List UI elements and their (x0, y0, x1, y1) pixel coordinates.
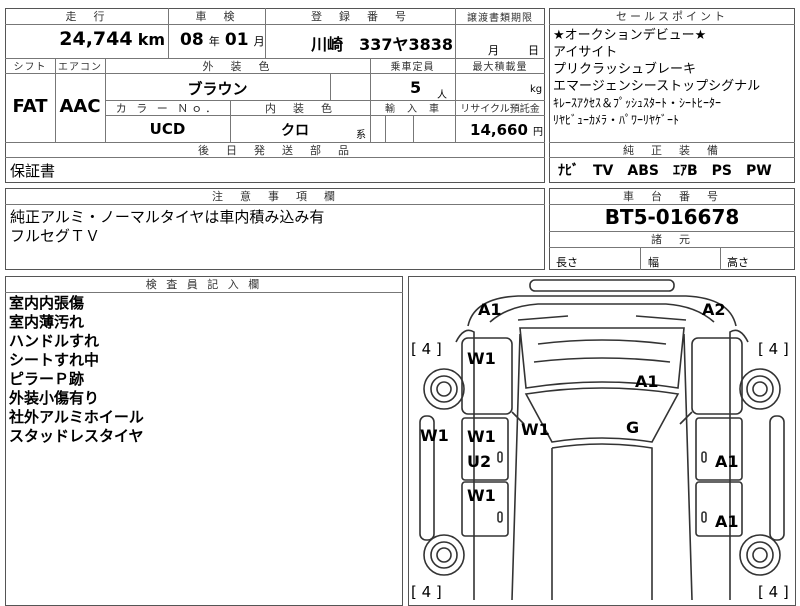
mileage-header: 走 行 (65, 10, 108, 23)
chassis-value: BT5-016678 (604, 205, 740, 229)
color-no-value: UCD (149, 120, 186, 138)
sales-point-item: プリクラッシュブレーキ (553, 62, 697, 77)
inspector-line: 室内薄汚れ (9, 313, 85, 331)
aircon-header: エアコン (58, 62, 102, 73)
note-line: 純正アルミ・ノーマルタイヤは車内積み込み有 (10, 208, 325, 226)
length-label: 長さ (556, 256, 578, 269)
mark-left-step: U2 (467, 452, 492, 471)
tire-label-rear-left: [ 4 ] (411, 583, 442, 601)
shift-value: FAT (12, 96, 48, 117)
note-line: フルセグＴＶ (10, 227, 101, 245)
front-bumper-outline (529, 279, 675, 292)
sales-points-header: セールスポイント (616, 10, 728, 23)
mark-left-side-outer: W1 (420, 426, 449, 445)
mark-hood: A1 (635, 372, 659, 391)
later-parts-header: 後 日 発 送 部 品 (198, 143, 352, 157)
width-label: 幅 (648, 256, 659, 269)
recycle-value: 14,660 (470, 121, 528, 139)
mark-left-rear-door: W1 (467, 486, 496, 505)
genuine-equipment-header: 純 正 装 備 (623, 143, 721, 157)
color-no-header: カ ラ ー Ｎｏ． (115, 101, 220, 115)
inspection-month-unit: 月 (253, 35, 265, 48)
inspector-line: 室内内張傷 (9, 294, 85, 312)
front-right-wheel (739, 368, 781, 410)
height-label: 高さ (727, 256, 749, 269)
mark-left-pillar: W1 (521, 420, 550, 439)
sales-point-item: ★オークションデビュー★ (553, 28, 707, 43)
capacity-unit: 人 (437, 90, 447, 101)
registration-value: 川崎 337ヤ3838 (311, 35, 453, 54)
mileage-unit: km (137, 30, 165, 49)
recycle-header: リサイクル預託金 (460, 104, 540, 115)
inspector-header: 検 査 員 記 入 欄 (145, 278, 263, 291)
notes-lines: 純正アルミ・ノーマルタイヤは車内積み込み有 フルセグＴＶ (10, 208, 324, 246)
interior-suffix: 系 (356, 130, 366, 141)
exterior-header: 外 装 色 (202, 59, 273, 73)
recycle-unit: 円 (533, 127, 543, 138)
front-left-wheel (423, 368, 465, 410)
roof-outline (551, 443, 653, 600)
mark-right-rear-door: A1 (715, 512, 739, 531)
inspector-line: スタッドレスタイヤ (9, 427, 144, 445)
mark-left-front-door: W1 (467, 427, 496, 446)
inspector-line: 外装小傷有り (9, 389, 100, 407)
mileage-value: 24,744 (59, 28, 133, 50)
tire-label-rear-right: [ 4 ] (758, 583, 789, 601)
later-parts-value: 保証書 (10, 162, 56, 180)
sales-point-item: ｷﾚｰｽｱｸｾｽ＆ﾌﾟｯｼｭｽﾀｰﾄ・ｼｰﾄﾋｰﾀｰ (553, 96, 722, 110)
interior-header: 内 装 色 (265, 101, 335, 115)
registration-header: 登 録 番 号 (311, 10, 409, 23)
aircon-value: AAC (59, 96, 101, 117)
inspector-line: 社外アルミホイール (9, 408, 144, 426)
rear-left-wheel (423, 534, 465, 576)
tire-label-front-right: [ 4 ] (758, 340, 789, 358)
transfer-header: 譲渡書類期限 (467, 12, 533, 24)
max-load-header: 最大積載量 (472, 62, 528, 73)
transfer-day-unit: 日 (528, 44, 539, 57)
mark-fl-corner: A1 (478, 300, 502, 319)
import-header: 輸 入 車 (385, 104, 440, 115)
sales-points-list: ★オークションデビュー★ アイサイト プリクラッシュブレーキ エマージェンシース… (553, 28, 793, 129)
inspection-header: 車 検 (195, 10, 238, 23)
mark-windshield: G (626, 418, 640, 437)
max-load-unit: kg (530, 84, 543, 95)
mileage-value-cell: 24,744 km (5, 28, 165, 50)
inspector-lines: 室内内張傷 室内薄汚れ ハンドルすれ シートすれ中 ピラーＰ跡 外装小傷有り 社… (9, 294, 144, 446)
inspection-month: 01 (224, 30, 249, 50)
chassis-header: 車 台 番 号 (623, 190, 721, 203)
shift-header: シフト (13, 62, 47, 73)
inspection-value-cell: 08 年 01 月 (180, 30, 265, 50)
inspector-line: ハンドルすれ (9, 332, 100, 350)
specs-header: 諸 元 (651, 233, 693, 246)
interior-value: クロ (281, 123, 309, 139)
capacity-header: 乗車定員 (390, 62, 435, 73)
notes-header: 注 意 事 項 欄 (212, 190, 338, 203)
recycle-value-cell: 14,660 円 (455, 120, 543, 139)
inspection-year: 08 (180, 30, 204, 50)
mark-fr-corner: A2 (702, 300, 726, 319)
inspection-year-unit: 年 (208, 35, 220, 48)
transfer-month-unit: 月 (488, 44, 499, 57)
sales-point-item: アイサイト (553, 45, 618, 60)
mark-left-front-fender: W1 (467, 349, 496, 368)
inspector-line: ピラーＰ跡 (9, 370, 85, 388)
capacity-value: 5 (410, 78, 422, 97)
rear-right-wheel (739, 534, 781, 576)
right-front-fender (691, 337, 743, 415)
sales-point-item: エマージェンシーストップシグナル (553, 79, 761, 94)
right-rocker (769, 415, 785, 541)
tire-label-front-left: [ 4 ] (411, 340, 442, 358)
inspector-line: シートすれ中 (9, 351, 100, 369)
exterior-value: ブラウン (187, 80, 248, 98)
mark-right-front-door: A1 (715, 452, 739, 471)
sales-point-item: ﾘﾔﾋﾞｭｰｶﾒﾗ・ﾊﾟﾜｰﾘﾔｹﾞｰﾄ (553, 113, 680, 127)
genuine-equipment-value: ﾅﾋﾞ TV ABS ｴｱB PS PW (558, 163, 772, 179)
